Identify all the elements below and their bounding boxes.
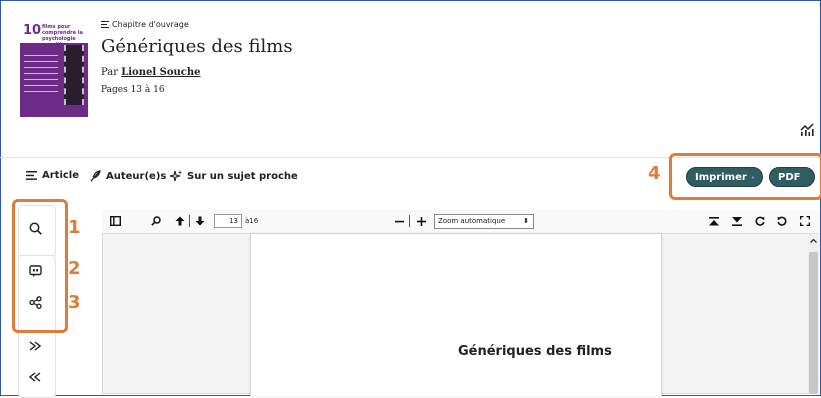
toolbar-separator <box>407 214 411 228</box>
zoom-select-value: Zoom automatique <box>438 217 505 225</box>
to-top-icon <box>709 217 719 226</box>
scrollbar-thumb[interactable] <box>809 252 818 394</box>
pdf-toolbar: 13 à16 Zoom automatique ⬍ <box>102 210 819 234</box>
pdf-page <box>250 234 662 396</box>
last-page-button[interactable] <box>730 214 744 228</box>
to-bottom-icon <box>732 217 742 226</box>
tab-related-label: Sur un sujet proche <box>187 171 298 182</box>
annotation-number-4: 4 <box>648 163 661 184</box>
fullscreen-icon <box>800 216 810 226</box>
tab-authors[interactable]: Auteur(e)s <box>89 170 166 182</box>
sparkle-icon <box>170 170 182 182</box>
highlight-box-rail <box>12 199 68 333</box>
zoom-in-button[interactable] <box>415 214 427 228</box>
previous-page-button[interactable] <box>174 214 186 228</box>
chapter-type-text: Chapitre d'ouvrage <box>112 20 189 29</box>
stats-icon[interactable] <box>798 120 816 138</box>
annotation-number-1: 1 <box>68 217 81 238</box>
pdf-download-button[interactable]: PDF <box>769 167 815 187</box>
toolbar-separator <box>187 214 191 228</box>
sidebar-toggle-button[interactable] <box>108 214 122 228</box>
list-icon <box>26 171 37 180</box>
zoom-select[interactable]: Zoom automatique ⬍ <box>434 214 534 229</box>
previous-button[interactable] <box>20 362 50 392</box>
chevron-updown-icon: ⬍ <box>523 215 529 228</box>
cover-number: 10 <box>23 23 41 38</box>
pdf-scrollbar[interactable] <box>808 234 819 394</box>
page-number-input[interactable]: 13 <box>214 214 242 228</box>
arrow-up-icon <box>175 216 185 226</box>
first-page-button[interactable] <box>707 214 721 228</box>
pdf-button-label: PDF <box>778 172 800 183</box>
tab-authors-label: Auteur(e)s <box>106 171 166 182</box>
author-line: Par Lionel Souche <box>101 67 201 78</box>
annotation-number-2: 2 <box>68 258 81 279</box>
page-count: à16 <box>245 217 258 225</box>
print-button-label: Imprimer <box>695 172 747 183</box>
annotation-number-3: 3 <box>68 292 81 313</box>
fullscreen-button[interactable] <box>798 214 812 228</box>
sidebar-toggle-icon <box>110 216 121 226</box>
list-icon <box>101 21 109 28</box>
rotate-clockwise-button[interactable] <box>753 214 767 228</box>
find-button[interactable] <box>149 214 163 228</box>
next-button[interactable] <box>20 331 50 361</box>
pdf-page-heading: Génériques des films <box>458 344 612 359</box>
rotate-counterclockwise-button[interactable] <box>775 214 789 228</box>
tab-article[interactable]: Article <box>26 170 79 181</box>
minus-icon <box>395 217 404 226</box>
print-button[interactable]: Imprimer <box>686 167 763 187</box>
fast-forward-icon <box>29 341 41 351</box>
pdf-file-icon <box>805 171 806 183</box>
by-prefix: Par <box>101 67 118 78</box>
quill-icon <box>89 170 101 182</box>
book-cover[interactable]: 10 films pour comprendre la psychologie … <box>20 19 88 117</box>
rotate-ccw-icon <box>777 216 787 226</box>
chapter-type-label: Chapitre d'ouvrage <box>101 20 189 29</box>
arrow-down-icon <box>195 216 205 226</box>
plus-icon <box>417 217 426 226</box>
author-link[interactable]: Lionel Souche <box>121 67 200 78</box>
page-range: Pages 13 à 16 <box>101 85 165 95</box>
film-strip-graphic <box>64 45 84 105</box>
search-icon <box>151 216 161 226</box>
tab-article-label: Article <box>42 170 79 181</box>
tab-related[interactable]: Sur un sujet proche <box>170 170 298 182</box>
cover-decoration <box>24 55 58 95</box>
rotate-cw-icon <box>755 216 765 226</box>
zoom-out-button[interactable] <box>393 214 405 228</box>
page-title: Génériques des films <box>101 36 293 57</box>
rewind-icon <box>29 372 41 382</box>
printer-icon <box>752 172 754 183</box>
next-page-button[interactable] <box>194 214 206 228</box>
chevron-up-icon <box>808 236 819 246</box>
